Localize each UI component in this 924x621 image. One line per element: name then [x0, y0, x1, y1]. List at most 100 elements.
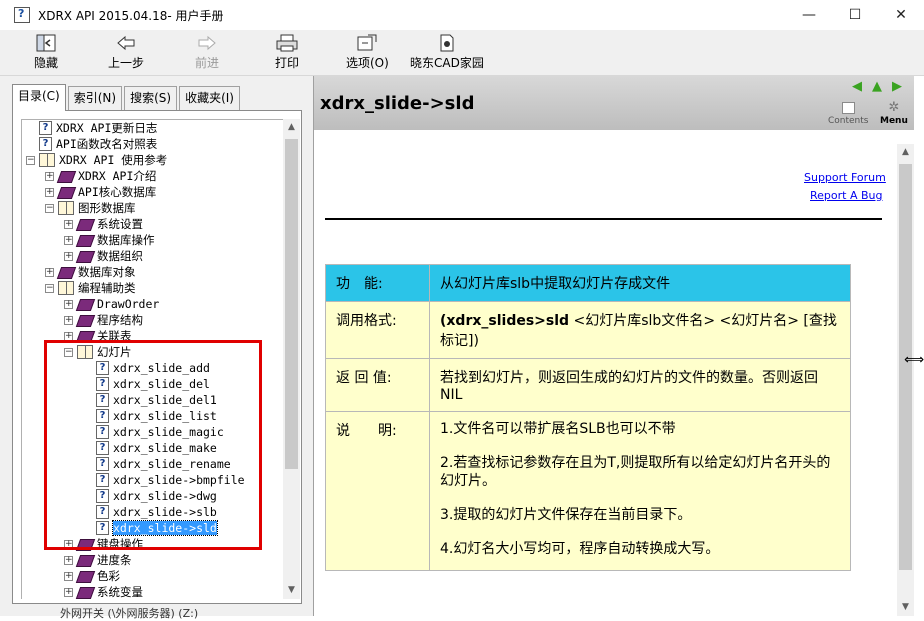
back-button[interactable]: 上一步: [108, 33, 144, 73]
hide-button[interactable]: 隐藏: [34, 33, 58, 73]
closed-book-icon: [77, 554, 93, 567]
return-value: 若找到幻灯片，则返回生成的幻灯片的文件的数量。否则返回NIL: [429, 358, 851, 412]
toolbar: 隐藏 上一步 前进 打印 选项(O) 晓东CAD家园: [0, 30, 924, 76]
tree-item[interactable]: − 图形数据库: [45, 200, 136, 216]
contents-label: Contents: [828, 116, 869, 126]
expand-icon[interactable]: +: [45, 187, 54, 197]
table-row-function: 功 能: 从幻灯片库slb中提取幻灯片存成文件: [325, 264, 851, 302]
tree-item[interactable]: + XDRX API介绍: [45, 168, 156, 184]
scroll-up-icon[interactable]: ▲: [283, 119, 300, 136]
function-value: 从幻灯片库slb中提取幻灯片存成文件: [429, 264, 851, 302]
tree-item[interactable]: − 编程辅助类: [45, 280, 136, 296]
closed-book-icon: [77, 234, 93, 247]
tree-item[interactable]: + DrawOrder: [64, 296, 159, 312]
expand-icon[interactable]: +: [64, 587, 73, 597]
collapse-icon[interactable]: −: [26, 155, 35, 165]
tree-item-label: XDRX API更新日志: [56, 121, 158, 135]
close-button[interactable]: ✕: [878, 0, 924, 30]
closed-book-icon: [77, 250, 93, 263]
tree-scrollbar[interactable]: ▲ ▼: [283, 119, 300, 599]
forward-button[interactable]: 前进: [195, 33, 219, 73]
collapse-icon[interactable]: −: [45, 283, 54, 293]
expand-icon[interactable]: +: [64, 315, 73, 325]
print-button[interactable]: 打印: [275, 33, 299, 73]
minimize-button[interactable]: —: [786, 0, 832, 30]
tree-item-label: 系统设置: [97, 217, 143, 231]
closed-book-icon: [77, 570, 93, 583]
printer-icon: [276, 33, 298, 53]
expand-icon[interactable]: +: [45, 267, 54, 277]
home-button[interactable]: 晓东CAD家园: [410, 33, 484, 73]
maximize-button[interactable]: ☐: [832, 0, 878, 30]
expand-icon[interactable]: +: [64, 555, 73, 565]
collapse-icon[interactable]: −: [45, 203, 54, 213]
options-label: 选项(O): [346, 56, 389, 70]
window-title: XDRX API 2015.04.18- 用户手册: [38, 8, 224, 23]
expand-icon[interactable]: +: [64, 299, 73, 309]
expand-icon[interactable]: +: [64, 571, 73, 581]
tree-scroll-thumb[interactable]: [285, 139, 298, 469]
help-page-icon: ?: [39, 121, 52, 135]
tab-contents[interactable]: 目录(C): [12, 84, 66, 111]
function-info-table: 功 能: 从幻灯片库slb中提取幻灯片存成文件 调用格式: (xdrx_slid…: [325, 264, 851, 571]
tree-item[interactable]: + 系统设置: [64, 216, 143, 232]
function-label: 功 能:: [325, 264, 430, 302]
topic-scrollbar[interactable]: ▲ ▼: [897, 144, 914, 616]
menu-button[interactable]: ✲ Menu: [880, 101, 908, 126]
tree-item-label: XDRX API介绍: [78, 169, 157, 183]
scroll-up-icon[interactable]: ▲: [897, 144, 914, 161]
tree-item[interactable]: + API核心数据库: [45, 184, 156, 200]
support-forum-link[interactable]: Support Forum: [804, 171, 886, 184]
open-book-icon: [58, 201, 74, 215]
tree-item-label: 系统变量: [97, 585, 143, 599]
tree-item[interactable]: + 数据库操作: [64, 232, 155, 248]
tab-index[interactable]: 索引(N): [67, 86, 123, 110]
report-bug-link[interactable]: Report A Bug: [810, 189, 882, 202]
tree-item-label: 进度条: [97, 553, 132, 567]
tree-item-label: API核心数据库: [78, 185, 157, 199]
table-row-format: 调用格式: (xdrx_slides>sld <幻灯片库slb文件名> <幻灯片…: [325, 301, 851, 359]
forward-arrow-icon: [196, 33, 218, 53]
back-label: 上一步: [108, 56, 145, 70]
previous-topic-icon[interactable]: ◀: [850, 80, 864, 94]
tree-item[interactable]: + 色彩: [64, 568, 120, 584]
expand-icon[interactable]: +: [64, 251, 73, 261]
format-command: (xdrx_slides>sld: [440, 313, 570, 329]
tree-item[interactable]: + 程序结构: [64, 312, 143, 328]
expand-icon[interactable]: +: [64, 235, 73, 245]
scroll-down-icon[interactable]: ▼: [897, 599, 914, 616]
parent-topic-icon[interactable]: ▲: [870, 80, 884, 94]
return-label: 返 回 值:: [325, 358, 430, 412]
expand-icon[interactable]: +: [45, 171, 54, 181]
next-topic-icon[interactable]: ▶: [890, 80, 904, 94]
header-divider: [325, 218, 882, 220]
tab-search[interactable]: 搜索(S): [124, 86, 178, 110]
description-value: 1.文件名可以带扩展名SLB也可以不带 2.若查找标记参数存在且为T,则提取所有…: [429, 411, 851, 571]
tree-item-label: 色彩: [97, 569, 120, 583]
description-item: 2.若查找标记参数存在且为T,则提取所有以给定幻灯片名开头的幻灯片。: [440, 455, 831, 489]
tree-item[interactable]: + 系统变量: [64, 584, 143, 599]
help-page-icon: ?: [39, 137, 52, 151]
options-button[interactable]: 选项(O): [346, 33, 389, 73]
tree-item[interactable]: ? API函数改名对照表: [26, 136, 157, 152]
tree-item[interactable]: − XDRX API 使用参考: [26, 152, 167, 168]
hide-icon: [35, 33, 57, 53]
highlight-annotation-box: [44, 340, 262, 550]
tree-item[interactable]: + 进度条: [64, 552, 132, 568]
expand-icon[interactable]: +: [64, 219, 73, 229]
open-book-icon: [58, 281, 74, 295]
tree-item-label: 数据库操作: [97, 233, 155, 247]
description-item: 3.提取的幻灯片文件保存在当前目录下。: [440, 507, 692, 523]
tab-favorites[interactable]: 收藏夹(I): [179, 86, 240, 110]
tree-item[interactable]: + 数据组织: [64, 248, 143, 264]
options-icon: [356, 33, 378, 53]
tree-item-label: 数据库对象: [78, 265, 136, 279]
topic-pane: xdrx_slide->sld ◀ ▲ ▶ Contents ✲ Menu Su…: [313, 76, 924, 616]
closed-book-icon: [77, 586, 93, 599]
resize-cursor-icon: ⟺: [904, 352, 924, 368]
closed-book-icon: [77, 314, 93, 327]
tree-item[interactable]: + 数据库对象: [45, 264, 136, 280]
tree-item[interactable]: ? XDRX API更新日志: [26, 120, 157, 136]
scroll-down-icon[interactable]: ▼: [283, 582, 300, 599]
contents-button[interactable]: Contents: [828, 102, 868, 126]
